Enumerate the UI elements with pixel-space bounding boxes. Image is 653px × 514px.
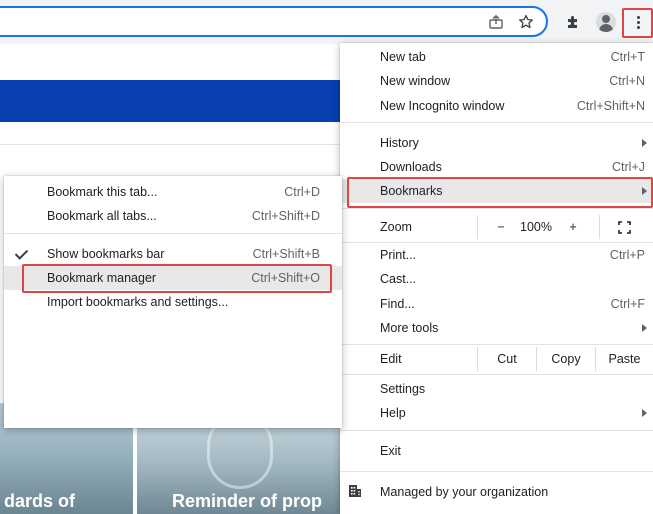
menu-separator <box>340 374 653 375</box>
chevron-right-icon <box>642 324 647 332</box>
copy-button[interactable]: Copy <box>537 347 595 371</box>
zoom-out-button[interactable]: − <box>486 215 516 239</box>
menu-item-new-incognito[interactable]: New Incognito window Ctrl+Shift+N <box>340 94 653 118</box>
zoom-in-button[interactable]: + <box>558 215 588 239</box>
menu-separator <box>340 344 653 345</box>
tile-right-title: Reminder of prop <box>172 491 323 511</box>
menu-separator <box>340 208 653 209</box>
menu-separator <box>4 233 342 234</box>
checkmark-icon <box>14 246 29 260</box>
menu-item-history[interactable]: History <box>340 131 653 155</box>
building-icon <box>349 485 361 497</box>
address-bar[interactable] <box>0 6 548 37</box>
managed-by-organization[interactable]: Managed by your organization <box>340 480 653 504</box>
profile-avatar-icon[interactable] <box>594 10 618 34</box>
menu-item-more-tools[interactable]: More tools <box>340 316 653 340</box>
menu-item-zoom: Zoom − 100% + <box>340 215 653 239</box>
menu-item-exit[interactable]: Exit <box>340 439 653 463</box>
menu-separator <box>340 471 653 472</box>
puzzle-icon[interactable] <box>561 10 585 34</box>
menu-item-settings[interactable]: Settings <box>340 377 653 401</box>
menu-separator <box>340 430 653 431</box>
menu-item-new-tab[interactable]: New tab Ctrl+T <box>340 45 653 69</box>
paste-button[interactable]: Paste <box>596 347 653 371</box>
browser-toolbar <box>0 0 653 44</box>
menu-item-edit: Edit Cut Copy Paste <box>340 347 653 371</box>
chevron-right-icon <box>642 139 647 147</box>
page-divider <box>0 144 345 145</box>
menu-item-new-window[interactable]: New window Ctrl+N <box>340 69 653 93</box>
chrome-main-menu: New tab Ctrl+T New window Ctrl+N New Inc… <box>340 43 653 514</box>
submenu-item-bookmark-tab[interactable]: Bookmark this tab... Ctrl+D <box>4 180 342 204</box>
chevron-right-icon <box>642 187 647 195</box>
zoom-level: 100% <box>520 220 552 234</box>
bookmark-star-icon[interactable] <box>516 12 536 32</box>
submenu-item-bookmark-manager[interactable]: Bookmark manager Ctrl+Shift+O <box>4 266 342 290</box>
submenu-item-import-bookmarks[interactable]: Import bookmarks and settings... <box>4 290 342 314</box>
tile-left-title: dards of <box>4 491 76 511</box>
bookmarks-submenu: Bookmark this tab... Ctrl+D Bookmark all… <box>4 176 342 428</box>
chevron-right-icon <box>642 409 647 417</box>
page-banner <box>0 80 345 122</box>
fullscreen-icon[interactable] <box>606 215 642 239</box>
menu-item-cast[interactable]: Cast... <box>340 267 653 291</box>
share-icon[interactable] <box>486 12 506 32</box>
menu-item-find[interactable]: Find... Ctrl+F <box>340 292 653 316</box>
submenu-item-show-bookmarks-bar[interactable]: Show bookmarks bar Ctrl+Shift+B <box>4 242 342 266</box>
menu-item-downloads[interactable]: Downloads Ctrl+J <box>340 155 653 179</box>
menu-item-print[interactable]: Print... Ctrl+P <box>340 243 653 267</box>
kebab-menu-icon[interactable] <box>626 10 650 34</box>
submenu-item-bookmark-all-tabs[interactable]: Bookmark all tabs... Ctrl+Shift+D <box>4 204 342 228</box>
menu-separator <box>340 122 653 123</box>
cut-button[interactable]: Cut <box>478 347 536 371</box>
menu-item-bookmarks[interactable]: Bookmarks <box>340 179 653 203</box>
menu-item-help[interactable]: Help <box>340 401 653 425</box>
